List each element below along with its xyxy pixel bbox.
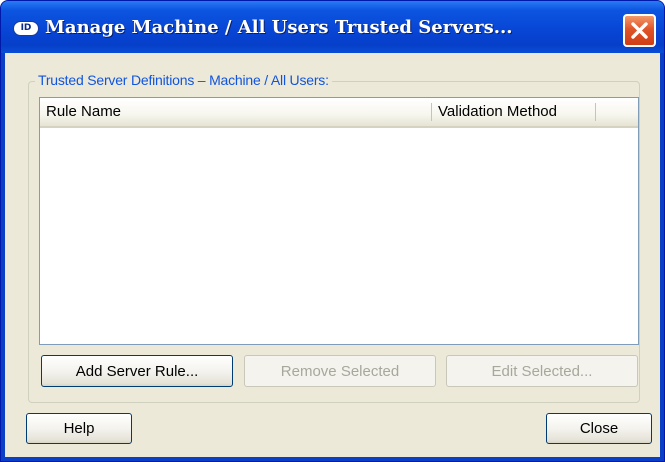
rules-listview[interactable]: Rule Name Validation Method (39, 97, 639, 345)
remove-selected-button[interactable]: Remove Selected (244, 355, 436, 387)
title-bar[interactable]: ID Manage Machine / All Users Trusted Se… (1, 1, 664, 53)
add-server-rule-button[interactable]: Add Server Rule... (41, 355, 233, 387)
window-close-button[interactable] (623, 14, 656, 47)
group-label: Trusted Server Definitions – Machine / A… (35, 71, 332, 89)
app-logo-icon: ID (13, 21, 39, 36)
app-logo-text: ID (20, 23, 32, 33)
column-header-rule-name[interactable]: Rule Name (40, 98, 432, 126)
column-separator[interactable] (595, 103, 596, 121)
dialog-window: ID Manage Machine / All Users Trusted Se… (0, 0, 665, 462)
window-title: Manage Machine / All Users Trusted Serve… (45, 17, 513, 38)
column-header-validation-method[interactable]: Validation Method (432, 98, 596, 126)
edit-selected-button[interactable]: Edit Selected... (446, 355, 638, 387)
close-icon (631, 22, 648, 39)
dialog-client-area: Trusted Server Definitions – Machine / A… (5, 53, 660, 457)
listview-header: Rule Name Validation Method (40, 98, 638, 128)
close-button[interactable]: Close (546, 413, 652, 444)
help-button[interactable]: Help (26, 413, 132, 444)
